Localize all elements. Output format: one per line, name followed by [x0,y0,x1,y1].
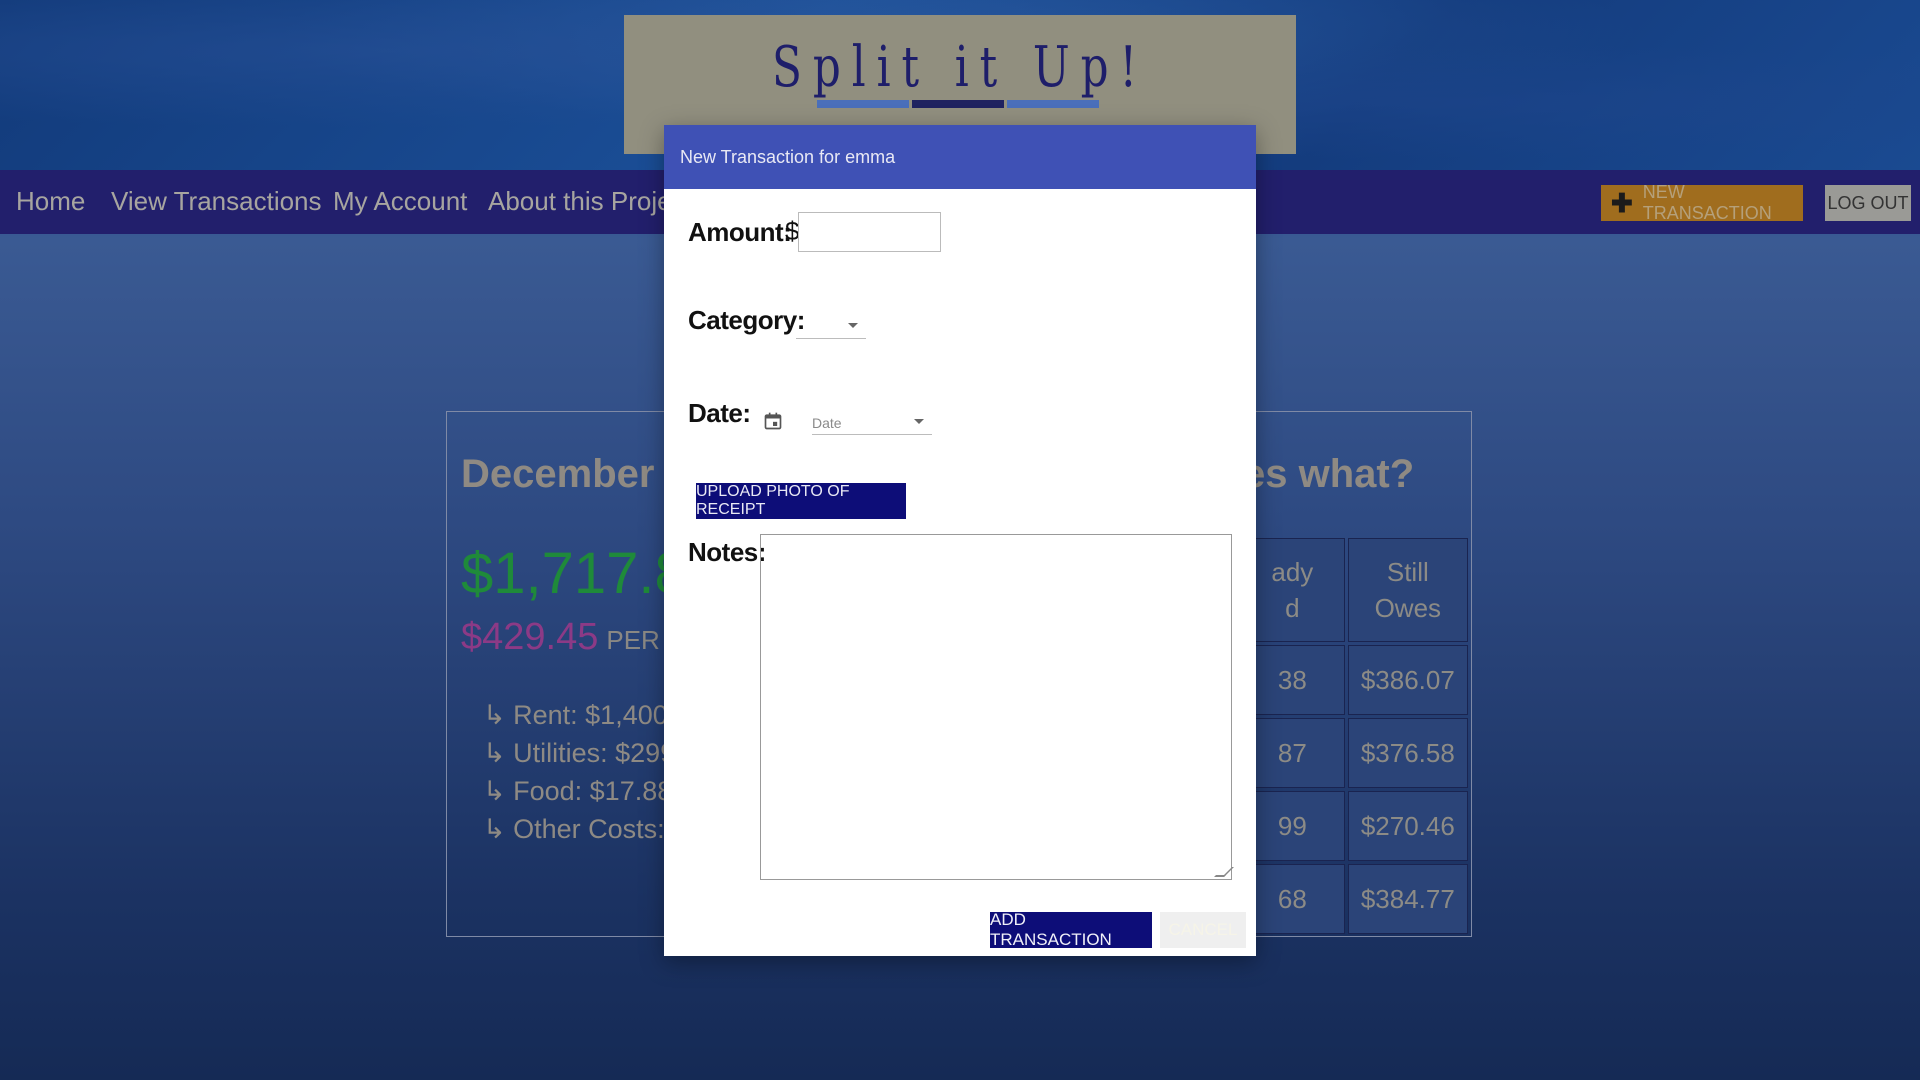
calendar-icon[interactable] [763,411,783,431]
owes-table: ady d Still Owes 38 $386.07 87 $376.58 9… [1237,535,1471,937]
breakdown-other: ↳ Other Costs: $ [483,814,688,844]
amount-input[interactable] [798,212,941,252]
logo-text: Split it Up! [771,35,1149,100]
cost-breakdown: ↳ Rent: $1,400.0 ↳ Utilities: $299. ↳ Fo… [483,700,690,852]
category-select[interactable] [796,311,866,339]
table-cell: $384.77 [1347,864,1468,934]
nav-view-transactions[interactable]: View Transactions [111,186,322,217]
table-row: 87 $376.58 [1240,718,1468,788]
chevron-down-icon [848,323,858,328]
dialog-title: New Transaction for emma [664,125,1256,189]
nav-home[interactable]: Home [16,186,85,217]
table-cell: $386.07 [1347,645,1468,715]
table-row: 68 $384.77 [1240,864,1468,934]
chevron-down-icon [914,419,924,424]
column-header: Still Owes [1347,538,1468,642]
date-select[interactable]: Date [812,407,932,435]
table-row: 38 $386.07 [1240,645,1468,715]
breakdown-utilities: ↳ Utilities: $299. [483,738,683,768]
table-cell: $376.58 [1347,718,1468,788]
new-transaction-dialog: New Transaction for emma Amount: $ Categ… [664,125,1256,956]
breakdown-rent: ↳ Rent: $1,400.0 [483,700,691,730]
nav-my-account[interactable]: My Account [333,186,467,217]
new-transaction-button[interactable]: ✚ NEW TRANSACTION [1601,182,1803,223]
new-transaction-label: NEW TRANSACTION [1642,182,1772,223]
add-transaction-button[interactable]: ADD TRANSACTION [990,910,1152,949]
plus-icon: ✚ [1611,188,1633,218]
table-cell: $270.46 [1347,791,1468,861]
breakdown-food: ↳ Food: $17.88 [483,776,673,806]
amount-label: Amount: [688,217,792,247]
per-person-value: $429.45 [461,616,599,658]
date-label: Date: [688,398,751,428]
logo-underline [817,100,1101,108]
upload-receipt-button[interactable]: UPLOAD PHOTO OF RECEIPT [696,483,906,519]
cancel-button[interactable]: CANCEL [1160,912,1246,948]
date-placeholder: Date [812,415,842,431]
who-owes-title: es what? [1243,452,1415,496]
resize-handle[interactable] [1214,867,1234,877]
logout-button[interactable]: LOG OUT [1825,185,1911,221]
notes-label: Notes: [688,537,766,567]
notes-textarea[interactable] [760,534,1234,880]
nav-about[interactable]: About this Project [488,186,692,217]
category-label: Category: [688,305,805,335]
table-row: 99 $270.46 [1240,791,1468,861]
